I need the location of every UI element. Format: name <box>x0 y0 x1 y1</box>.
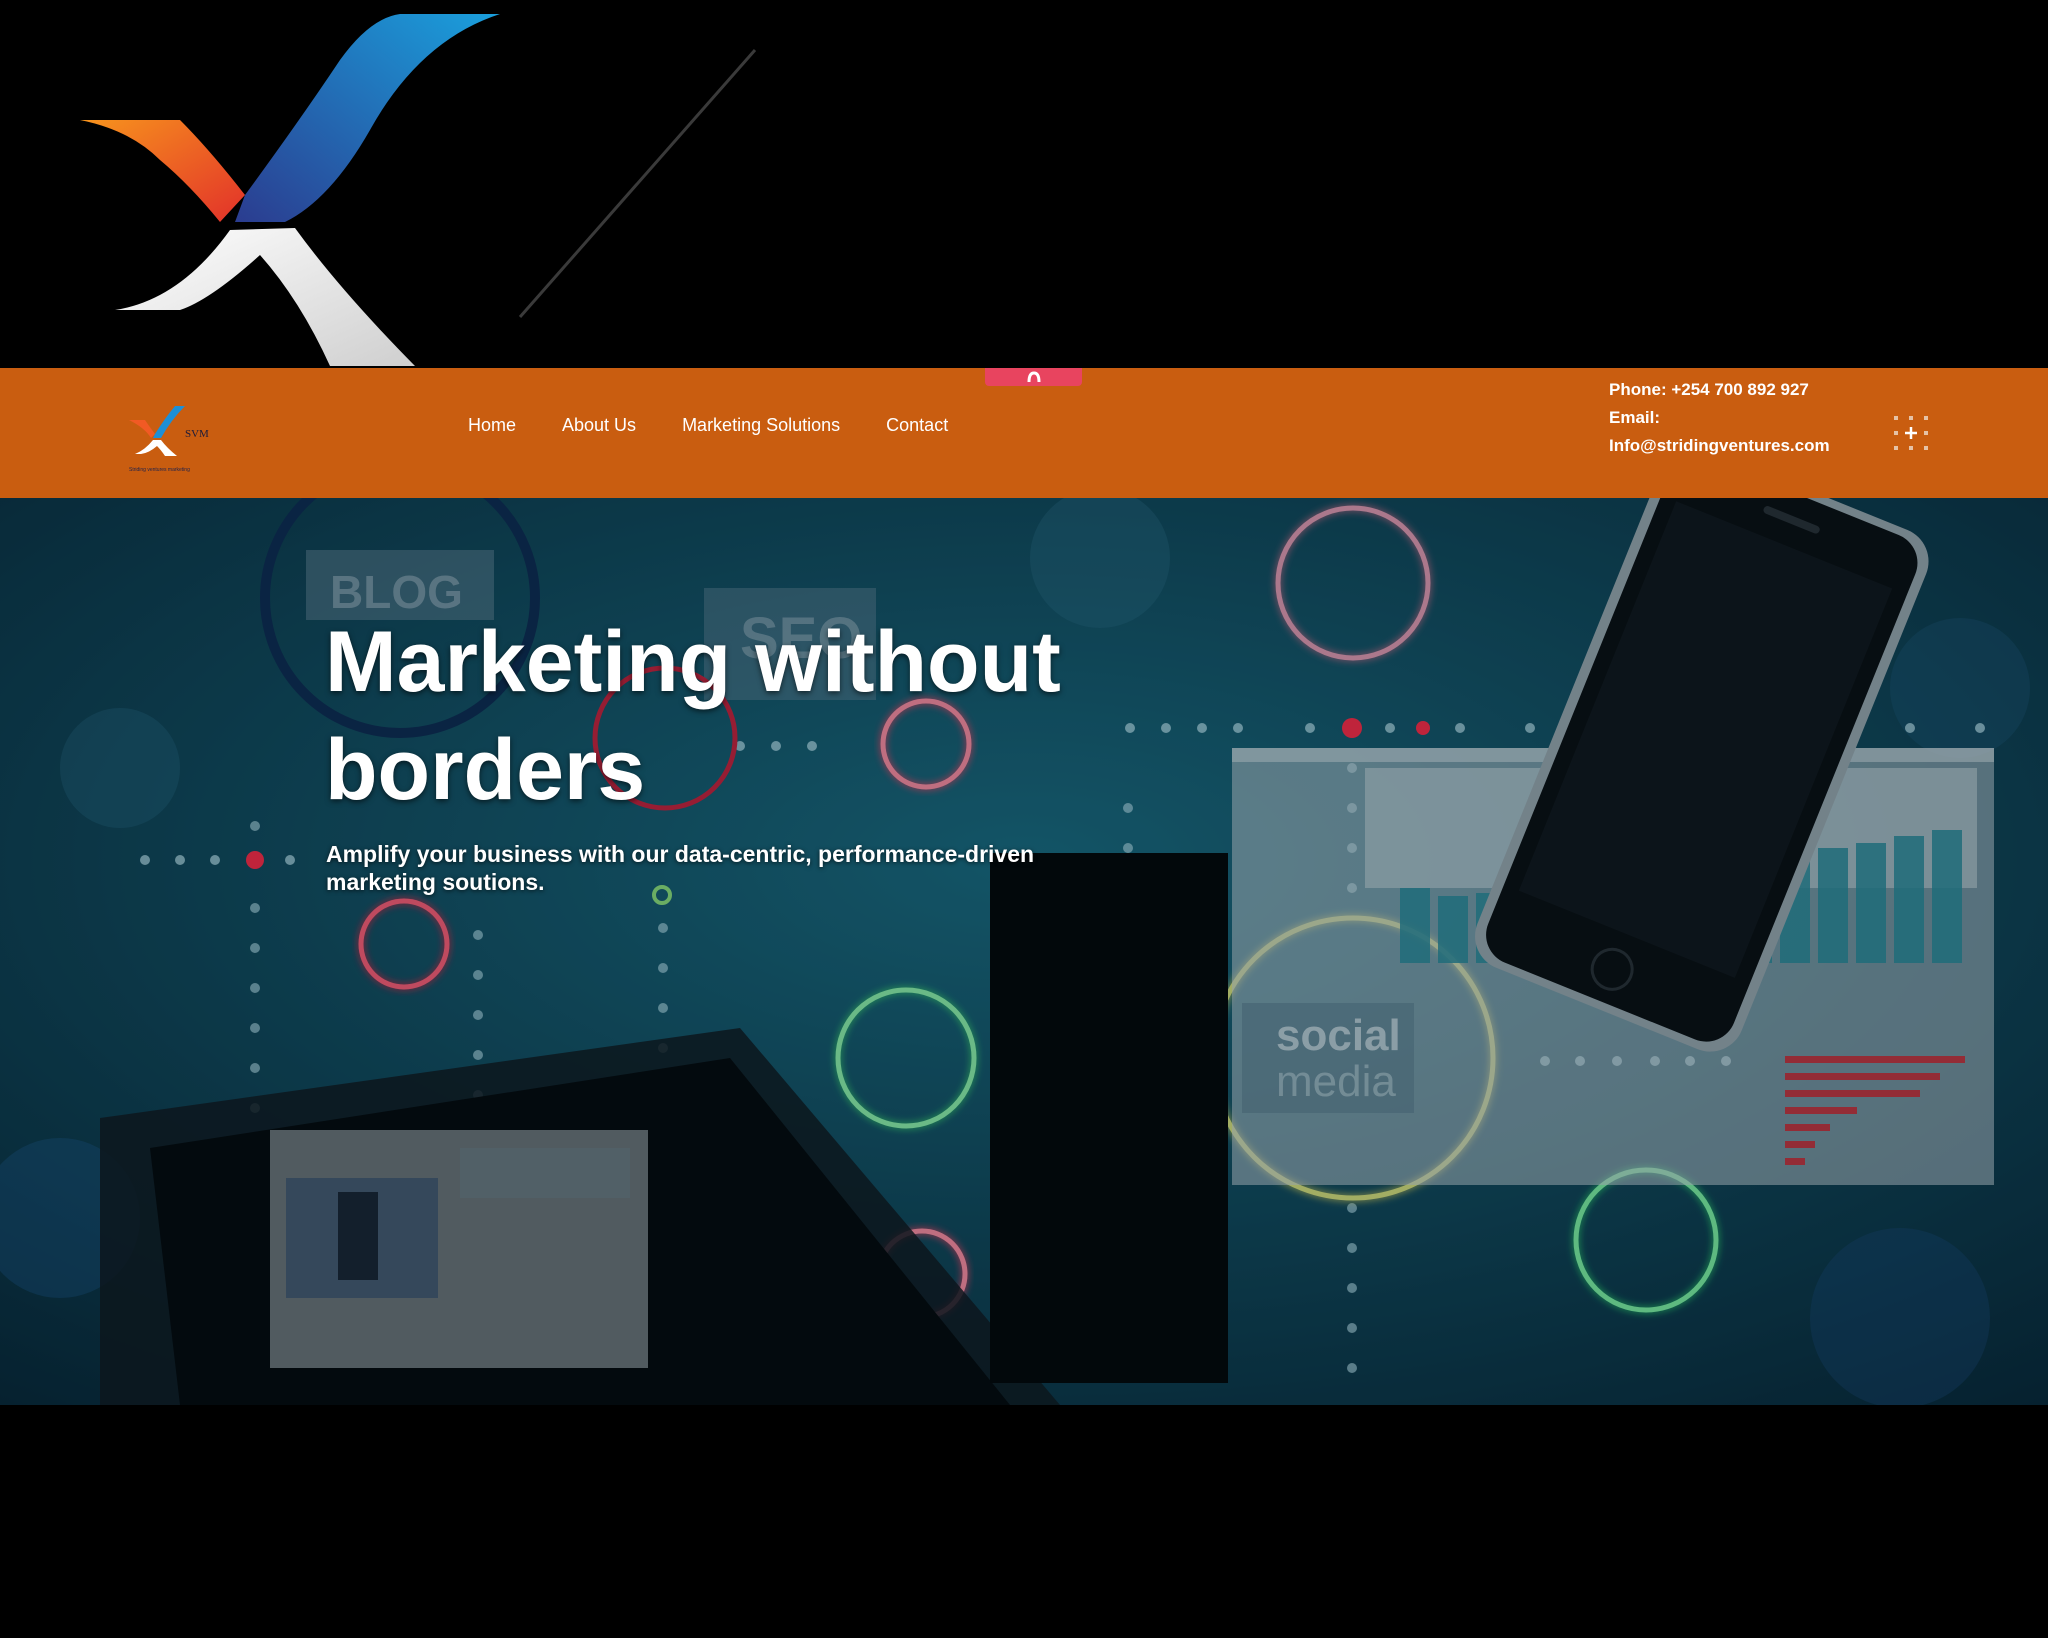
hero-subtitle-line2: marketing soutions. <box>326 869 545 895</box>
nav-about-us[interactable]: About Us <box>539 412 659 438</box>
decorative-line <box>518 49 757 318</box>
contact-email-label: Email: <box>1609 408 1661 427</box>
contact-info: Phone: +254 700 892 927 Email: Info@stri… <box>1609 376 1830 460</box>
hero-title-line1: Marketing without <box>325 614 1061 710</box>
nav-contact[interactable]: Contact <box>863 412 971 438</box>
contact-phone[interactable]: Phone: +254 700 892 927 <box>1609 376 1830 404</box>
navbar: SVM Striding ventures marketing Home Abo… <box>0 368 2048 498</box>
hero-title: Marketing without borders <box>325 608 1225 824</box>
logo-text: SVM <box>185 428 209 440</box>
hero-subtitle-line1: Amplify your business with our data-cent… <box>326 841 1035 867</box>
logo-tagline: Striding ventures marketing <box>129 467 190 473</box>
hero-section: BLOG SEO social media Marketing without … <box>0 498 2048 1405</box>
scroll-up-icon <box>1027 371 1040 383</box>
contact-email[interactable]: Info@stridingventures.com <box>1609 432 1830 460</box>
grid-menu-icon[interactable] <box>1893 415 1929 451</box>
nav-home[interactable]: Home <box>468 412 539 438</box>
main-menu: Home About Us Marketing Solutions Contac… <box>468 412 971 438</box>
hero-subtitle: Amplify your business with our data-cent… <box>326 840 1126 896</box>
nav-logo[interactable]: SVM Striding ventures marketing <box>127 398 217 473</box>
brand-logo-large <box>80 14 500 366</box>
hero-title-line2: borders <box>325 722 646 818</box>
brand-logo-icon <box>129 406 185 456</box>
scroll-up-button[interactable] <box>985 368 1082 386</box>
top-banner <box>0 0 2048 366</box>
page-footer-area <box>0 1405 2048 1638</box>
nav-marketing-solutions[interactable]: Marketing Solutions <box>659 412 863 438</box>
